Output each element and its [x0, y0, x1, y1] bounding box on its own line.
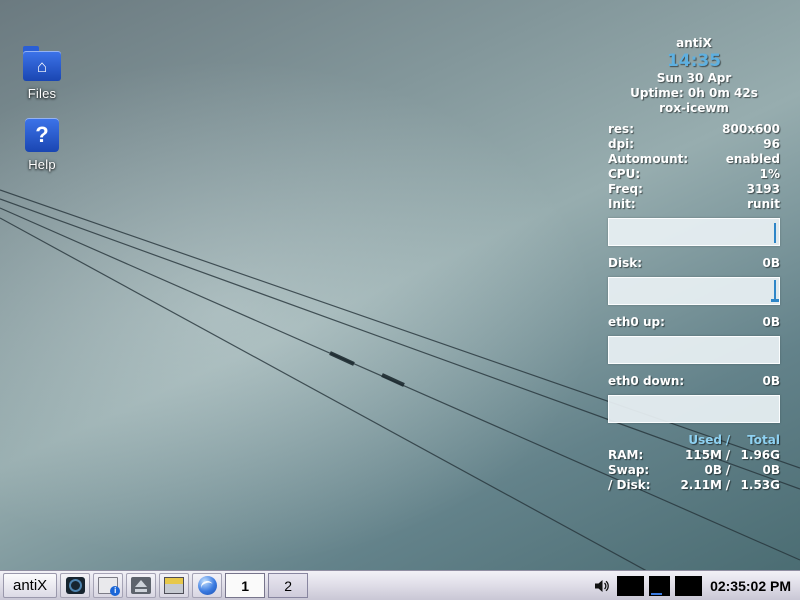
used-header: Used — [674, 433, 722, 448]
workspace-button-2[interactable]: 2 — [268, 573, 308, 598]
usage-row-swap: Swap: 0B / 0B — [608, 463, 780, 478]
conky-clock: 14:35 — [608, 51, 780, 71]
stat-value: 0B — [763, 374, 781, 389]
stat-row-freq: Freq: 3193 — [608, 182, 780, 197]
stat-value: enabled — [726, 152, 780, 167]
usage-used: 2.11M — [674, 478, 722, 493]
stat-row-cpu: CPU: 1% — [608, 167, 780, 182]
usage-used: 115M — [674, 448, 722, 463]
stat-row-init: Init: runit — [608, 197, 780, 212]
stat-label: Freq: — [608, 182, 643, 197]
eth0-up-graph — [608, 336, 780, 364]
desktop-icon-files[interactable]: ⌂ Files — [10, 46, 74, 101]
house-icon: ⌂ — [37, 58, 47, 75]
desktop: ⌂ Files ? Help antiX 14:35 Sun 30 Apr Up… — [0, 0, 800, 600]
usage-label: Swap: — [608, 463, 674, 478]
stat-label: Disk: — [608, 256, 642, 271]
separator: / — [722, 433, 734, 448]
stat-value: 800x600 — [722, 122, 780, 137]
stat-row-dpi: dpi: 96 — [608, 137, 780, 152]
usage-total: 1.96G — [734, 448, 780, 463]
total-header: Total — [734, 433, 780, 448]
file-manager-button[interactable] — [159, 573, 189, 598]
usage-row-ram: RAM: 115M / 1.96G — [608, 448, 780, 463]
disk-io-graph — [608, 277, 780, 305]
uptime-label: Uptime: — [630, 86, 684, 100]
eject-unmount-button[interactable] — [126, 573, 156, 598]
web-browser-button[interactable] — [192, 573, 222, 598]
taskbar-clock: 02:35:02 PM — [707, 578, 794, 594]
taskbar: antiX i 1 2 02:35:02 PM — [0, 570, 800, 600]
conky-system-monitor: antiX 14:35 Sun 30 Apr Uptime: 0h 0m 42s… — [608, 36, 780, 493]
net-monitor-applet — [649, 576, 670, 596]
separator: / — [722, 448, 734, 463]
usage-label: RAM: — [608, 448, 674, 463]
stat-label: eth0 up: — [608, 315, 665, 330]
eth0-down-graph — [608, 395, 780, 423]
stat-row-eth0-up: eth0 up: 0B — [608, 315, 780, 330]
volume-button[interactable] — [592, 578, 612, 594]
folder-icon: ⌂ — [23, 51, 61, 81]
usage-label: / Disk: — [608, 478, 674, 493]
cpu-monitor-applet — [617, 576, 644, 596]
taskbar-tray: 02:35:02 PM — [592, 576, 797, 596]
conky-uptime: Uptime: 0h 0m 42s — [608, 86, 780, 101]
start-menu-button[interactable]: antiX — [3, 573, 57, 598]
usage-row-disk: / Disk: 2.11M / 1.53G — [608, 478, 780, 493]
desktop-icon-label: Files — [28, 86, 56, 101]
eject-icon — [131, 577, 151, 594]
conky-session: rox-icewm — [608, 101, 780, 116]
usage-total: 0B — [734, 463, 780, 478]
cpu-graph — [608, 218, 780, 246]
stat-value: 0B — [763, 315, 781, 330]
stat-label: dpi: — [608, 137, 634, 152]
stat-label: Init: — [608, 197, 636, 212]
desktop-icon-help[interactable]: ? Help — [10, 118, 74, 172]
question-mark-icon: ? — [25, 118, 59, 152]
globe-icon — [198, 576, 217, 595]
usage-total: 1.53G — [734, 478, 780, 493]
stat-value: 96 — [763, 137, 780, 152]
window-icon — [164, 577, 184, 594]
used-total-header: Used / Total — [608, 433, 780, 448]
uptime-value: 0h 0m 42s — [688, 86, 758, 100]
stat-value: 0B — [763, 256, 781, 271]
workspace-button-1[interactable]: 1 — [225, 573, 265, 598]
separator: / — [722, 478, 734, 493]
stat-value: 3193 — [747, 182, 780, 197]
terminal-icon — [66, 577, 85, 594]
package-installer-button[interactable]: i — [93, 573, 123, 598]
separator: / — [722, 463, 734, 478]
speaker-icon — [594, 578, 610, 594]
mem-monitor-applet — [675, 576, 702, 596]
conky-title: antiX — [608, 36, 780, 51]
stat-row-automount: Automount: enabled — [608, 152, 780, 167]
conky-date: Sun 30 Apr — [608, 71, 780, 86]
stat-row-disk: Disk: 0B — [608, 256, 780, 271]
home-glyph: ⌂ — [23, 51, 61, 81]
terminal-button[interactable] — [60, 573, 90, 598]
stat-row-eth0-down: eth0 down: 0B — [608, 374, 780, 389]
stat-label: res: — [608, 122, 634, 137]
question-glyph: ? — [35, 122, 48, 148]
info-badge-icon: i — [110, 586, 120, 596]
stat-value: runit — [747, 197, 780, 212]
stat-value: 1% — [760, 167, 780, 182]
stat-label: Automount: — [608, 152, 688, 167]
usage-used: 0B — [674, 463, 722, 478]
desktop-icon-label: Help — [28, 157, 56, 172]
stat-label: eth0 down: — [608, 374, 684, 389]
package-icon: i — [98, 577, 118, 594]
stat-row-res: res: 800x600 — [608, 122, 780, 137]
stat-label: CPU: — [608, 167, 640, 182]
